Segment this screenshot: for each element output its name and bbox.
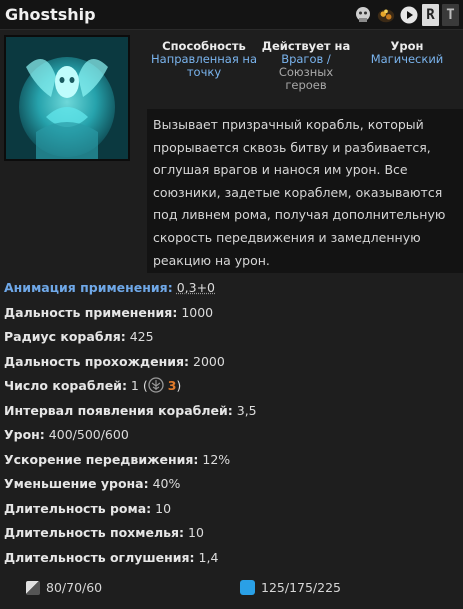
- property-damage: Урон Магический: [352, 40, 462, 106]
- scepter-upgrade-icon[interactable]: [376, 5, 396, 25]
- stat-value: 400/500/600: [48, 427, 129, 442]
- stat-value: 1,4: [198, 549, 219, 565]
- tooltip-footer: 80/70/60 125/175/225: [0, 576, 463, 602]
- ability-stats: Анимация применения: 0,3+0 Дальность при…: [4, 276, 463, 570]
- hero-portrait-icon[interactable]: [353, 5, 373, 25]
- cooldown-icon: [26, 580, 40, 595]
- scepter-icon: [148, 377, 164, 402]
- stat-cast-animation[interactable]: Анимация применения: 0,3+0: [4, 276, 463, 301]
- stat-key: Анимация применения:: [4, 280, 173, 295]
- cooldown: 80/70/60: [26, 580, 102, 595]
- stat-damage: Урон: 400/500/600: [4, 423, 463, 448]
- stat-key: Ускорение передвижения:: [4, 451, 199, 467]
- stat-ship-count: Число кораблей: 1 ( 3): [4, 374, 463, 399]
- stat-damage-reduction: Уменьшение урона: 40%: [4, 472, 463, 497]
- ability-description: Вызывает призрачный корабль, который про…: [147, 109, 463, 273]
- stat-value: 40%: [152, 476, 181, 491]
- property-value-secondary: Союзных героев: [278, 65, 334, 92]
- stat-ship-radius: Радиус корабля: 425: [4, 325, 463, 350]
- mana-icon: [240, 580, 255, 595]
- stat-stun-duration: Длительность оглушения: 1,4: [4, 546, 463, 571]
- stat-key: Число кораблей:: [4, 378, 127, 393]
- stat-value: 1000: [181, 304, 214, 320]
- stat-value: 425: [129, 329, 154, 344]
- hotkey-r[interactable]: R: [422, 4, 439, 26]
- stat-rum-duration: Длительность рома: 10: [4, 497, 463, 522]
- stat-suffix: ): [176, 378, 182, 393]
- stat-key: Длительность рома:: [4, 500, 152, 516]
- stat-hangover-duration: Длительность похмелья: 10: [4, 521, 463, 546]
- stat-value: 1 (: [130, 378, 148, 393]
- stat-key: Длительность оглушения:: [4, 549, 195, 565]
- stat-value: 12%: [202, 451, 231, 467]
- stat-value: 2000: [193, 353, 225, 369]
- stat-cast-range: Дальность применения: 1000: [4, 301, 463, 326]
- stat-movespeed-bonus: Ускорение передвижения: 12%: [4, 448, 463, 473]
- property-affects: Действует на Врагов / Союзных героев: [260, 40, 352, 106]
- stat-key: Дальность применения:: [4, 304, 178, 320]
- tooltip-header: Ghostship R T: [0, 0, 463, 30]
- stat-key: Радиус корабля:: [4, 329, 126, 344]
- play-icon[interactable]: [399, 5, 419, 25]
- stat-travel-distance: Дальность прохождения: 2000: [4, 350, 463, 375]
- property-ability: Способность Направленная на точку: [148, 40, 260, 106]
- hotkey-t[interactable]: T: [442, 4, 459, 26]
- stat-value: 10: [188, 525, 204, 540]
- cooldown-value: 80/70/60: [46, 580, 103, 595]
- ability-properties: Способность Направленная на точку Действ…: [148, 40, 463, 106]
- ability-title: Ghostship: [5, 5, 96, 24]
- stat-key: Урон:: [4, 427, 45, 442]
- ability-icon: [4, 35, 130, 161]
- stat-key: Интервал появления кораблей:: [4, 402, 233, 418]
- property-value: Магический: [370, 52, 444, 66]
- stat-key: Уменьшение урона:: [4, 476, 149, 491]
- stat-value: 3,5: [236, 402, 257, 418]
- mana-value: 125/175/225: [261, 580, 341, 595]
- stat-ship-interval: Интервал появления кораблей: 3,5: [4, 399, 463, 424]
- stat-value: 10: [155, 500, 172, 516]
- header-icons: R T: [353, 4, 459, 26]
- mana-cost: 125/175/225: [240, 580, 341, 595]
- stat-key: Длительность похмелья:: [4, 525, 185, 540]
- stat-value: 0,3+0: [176, 280, 215, 295]
- property-value: Направленная на точку: [151, 52, 257, 79]
- stat-key: Дальность прохождения:: [4, 353, 190, 369]
